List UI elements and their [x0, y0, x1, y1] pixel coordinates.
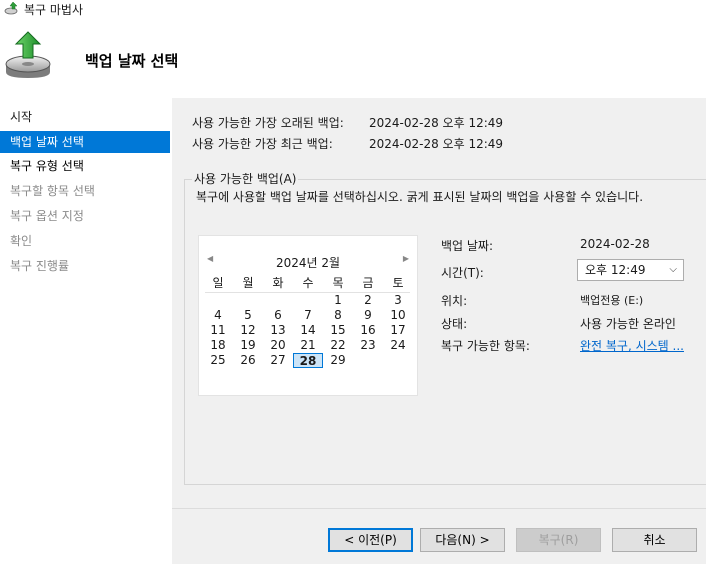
calendar-month-title: 2024년 2월 [275, 256, 341, 270]
time-dropdown[interactable]: 오후 12:49 ⌵ [577, 259, 684, 281]
location-value: 백업전용 (E:) [580, 294, 644, 307]
title-bar [0, 0, 706, 18]
recover-button[interactable]: 복구(R) [516, 528, 601, 552]
step-start: 시작 [10, 110, 33, 124]
step-select-items: 복구할 항목 선택 [10, 184, 95, 198]
recovery-wizard-app-icon [4, 1, 18, 15]
calendar-day-selected[interactable]: 28 [293, 353, 323, 368]
weekday-header: 화 [272, 276, 284, 290]
calendar-day[interactable]: 7 [293, 308, 323, 323]
calendar-day[interactable]: 4 [203, 308, 233, 323]
calendar-day[interactable]: 15 [323, 323, 353, 338]
calendar-day[interactable]: 21 [293, 338, 323, 353]
calendar-day[interactable]: 24 [383, 338, 413, 353]
backup-calendar[interactable]: ◀ 2024년 2월 ▶ 일 월 화 수 목 금 토 1 2 3 4 5 6 7 8 9 10 11 12 13 14 1… [198, 235, 418, 396]
calendar-day[interactable]: 9 [353, 308, 383, 323]
latest-backup-value: 2024-02-28 오후 12:49 [369, 137, 504, 151]
calendar-day[interactable]: 29 [323, 353, 353, 368]
calendar-day[interactable]: 20 [263, 338, 293, 353]
next-button[interactable]: 다음(N) > [420, 528, 505, 552]
recoverable-items-label: 복구 가능한 항목: [441, 339, 530, 353]
step-confirm: 확인 [10, 234, 33, 248]
wizard-step-list: 시작 백업 날짜 선택 복구 유형 선택 복구할 항목 선택 복구 옵션 지정 … [0, 98, 172, 563]
weekday-header: 토 [392, 276, 404, 290]
calendar-day[interactable]: 14 [293, 323, 323, 338]
calendar-day[interactable]: 16 [353, 323, 383, 338]
calendar-day[interactable]: 23 [353, 338, 383, 353]
back-button[interactable]: < 이전(P) [328, 528, 413, 552]
time-label: 시간(T): [441, 266, 484, 280]
weekday-header: 금 [362, 276, 374, 290]
status-label: 상태: [441, 317, 468, 331]
recoverable-items-link[interactable]: 완전 복구, 시스템 ... [580, 337, 684, 354]
calendar-day[interactable]: 8 [323, 308, 353, 323]
page-title: 백업 날짜 선택 [85, 52, 179, 70]
calendar-day[interactable]: 17 [383, 323, 413, 338]
calendar-day[interactable]: 12 [233, 323, 263, 338]
calendar-day[interactable]: 22 [323, 338, 353, 353]
next-month-icon[interactable]: ▶ [403, 254, 409, 263]
calendar-day[interactable]: 5 [233, 308, 263, 323]
step-progress: 복구 진행률 [10, 259, 70, 273]
weekday-header: 수 [302, 276, 314, 290]
oldest-backup-label: 사용 가능한 가장 오래된 백업: [192, 116, 344, 130]
oldest-backup-value: 2024-02-28 오후 12:49 [369, 116, 504, 130]
time-dropdown-value: 오후 12:49 [585, 263, 646, 277]
status-value: 사용 가능한 온라인 [580, 317, 676, 331]
calendar-day[interactable]: 25 [203, 353, 233, 368]
cancel-button[interactable]: 취소 [612, 528, 697, 552]
window-title: 복구 마법사 [24, 3, 84, 17]
backup-disk-icon [5, 31, 51, 78]
step-recovery-options: 복구 옵션 지정 [10, 209, 84, 223]
step-select-backup-date: 백업 날짜 선택 [0, 131, 170, 153]
weekday-header: 목 [332, 276, 344, 290]
calendar-day[interactable]: 26 [233, 353, 263, 368]
calendar-day[interactable]: 18 [203, 338, 233, 353]
calendar-day[interactable]: 2 [353, 293, 383, 308]
latest-backup-label: 사용 가능한 가장 최근 백업: [192, 137, 333, 151]
calendar-day[interactable]: 11 [203, 323, 233, 338]
instruction-text: 복구에 사용할 백업 날짜를 선택하십시오. 굵게 표시된 날짜의 백업을 사용… [196, 190, 644, 204]
calendar-divider [205, 292, 410, 293]
backup-date-label: 백업 날짜: [441, 239, 494, 253]
weekday-header: 월 [242, 276, 254, 290]
backup-date-value: 2024-02-28 [580, 237, 650, 251]
step-select-recovery-type: 복구 유형 선택 [10, 159, 84, 173]
calendar-day[interactable]: 10 [383, 308, 413, 323]
calendar-day[interactable]: 6 [263, 308, 293, 323]
calendar-day[interactable]: 13 [263, 323, 293, 338]
calendar-day[interactable]: 3 [383, 293, 413, 308]
available-backups-title: 사용 가능한 백업(A) [192, 170, 299, 187]
location-label: 위치: [441, 294, 468, 308]
chevron-down-icon: ⌵ [669, 264, 677, 275]
weekday-header: 일 [212, 276, 224, 290]
calendar-day[interactable]: 19 [233, 338, 263, 353]
calendar-day[interactable]: 27 [263, 353, 293, 368]
calendar-day[interactable]: 1 [323, 293, 353, 308]
